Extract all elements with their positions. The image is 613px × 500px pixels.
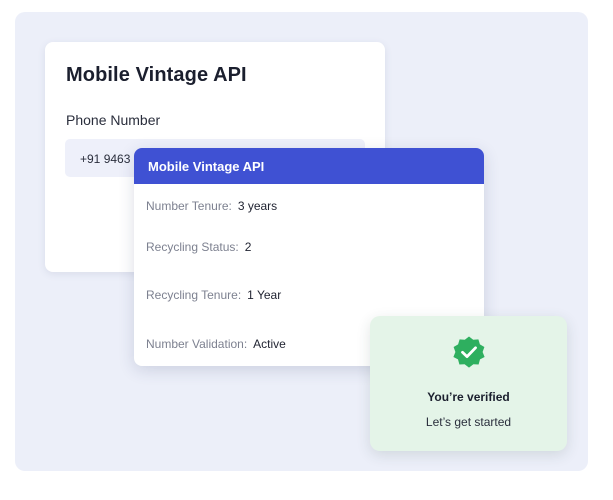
- result-row-recycling-tenure: Recycling Tenure: 1 Year: [146, 288, 281, 302]
- result-row-number-tenure: Number Tenure: 3 years: [146, 199, 277, 213]
- result-key: Recycling Status:: [146, 240, 239, 254]
- form-title: Mobile Vintage API: [66, 64, 247, 86]
- phone-number-value: +91 9463: [80, 152, 131, 166]
- result-value: 2: [244, 240, 252, 254]
- result-row-recycling-status: Recycling Status: 2: [146, 240, 251, 254]
- result-key: Number Tenure:: [146, 199, 232, 213]
- verified-card: You’re verified Let’s get started: [370, 316, 567, 451]
- result-value: Active: [253, 337, 286, 351]
- check-badge-icon: [453, 336, 485, 368]
- phone-number-label: Phone Number: [66, 112, 161, 128]
- result-card-header: Mobile Vintage API: [134, 148, 484, 184]
- result-value: 1 Year: [247, 288, 282, 302]
- result-key: Number Validation:: [146, 337, 248, 351]
- verified-subtitle: Let’s get started: [425, 415, 512, 429]
- result-key: Recycling Tenure:: [146, 288, 242, 302]
- verified-title: You’re verified: [427, 390, 510, 404]
- result-value: 3 years: [237, 199, 278, 213]
- result-row-number-validation: Number Validation: Active: [146, 337, 286, 351]
